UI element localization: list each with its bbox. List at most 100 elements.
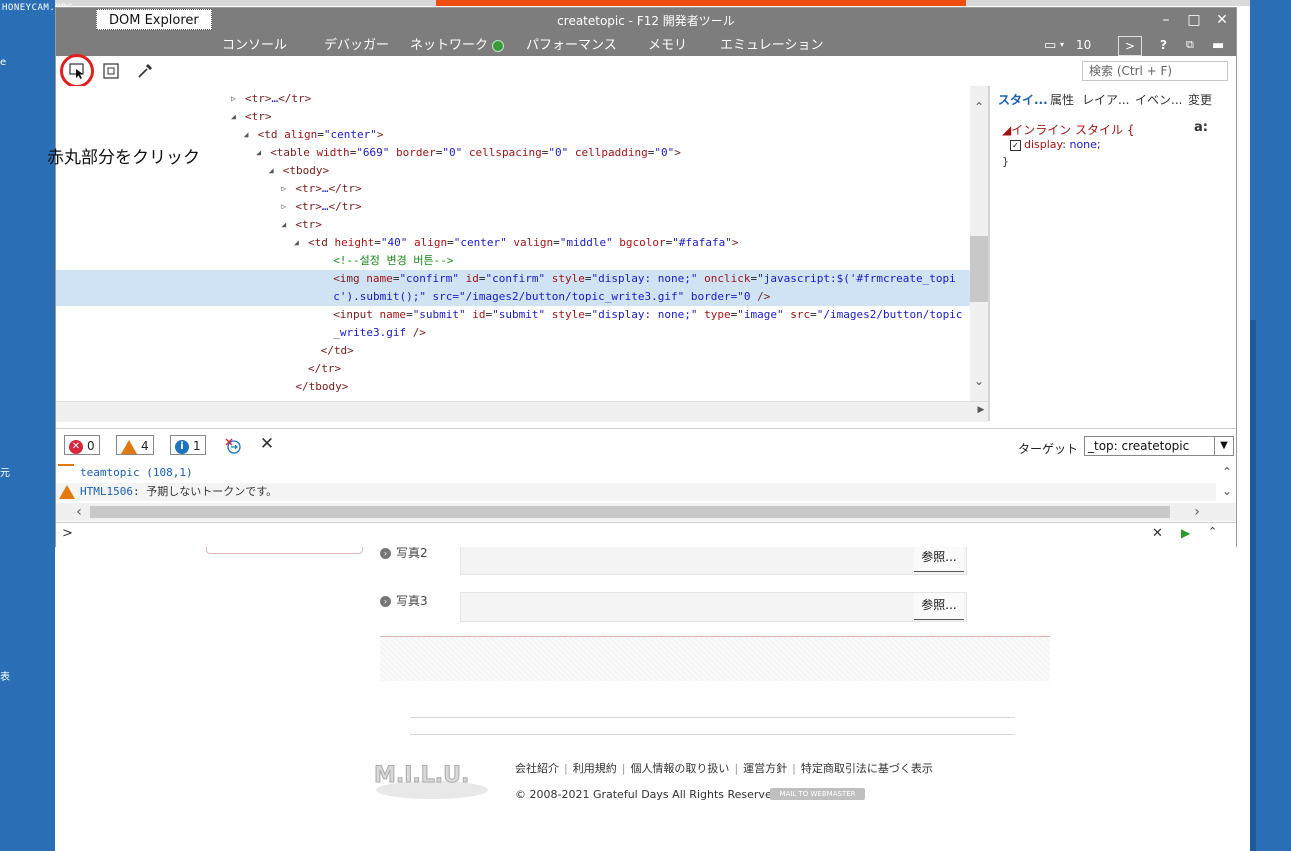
photo3-browse-button[interactable]: 参照... — [914, 593, 964, 620]
chevron-down-icon[interactable]: ▼ — [1214, 437, 1233, 455]
run-icon[interactable]: ▶ — [1181, 526, 1190, 540]
photo3-file-field[interactable] — [460, 592, 967, 622]
pseudo-class-toggle-icon[interactable]: a: — [1194, 120, 1208, 135]
console-line1-text[interactable]: teamtopic (108,1) — [80, 466, 193, 479]
property-value[interactable]: none; — [1069, 138, 1100, 151]
tab-emulation[interactable]: エミュレーション — [708, 35, 835, 56]
clear-input-icon[interactable]: ✕ — [1152, 526, 1163, 541]
console-warning-message[interactable]: HTML1506: 予期しないトークンです。 — [56, 483, 1216, 501]
tab-console[interactable]: コンソール — [210, 35, 299, 56]
close-icon[interactable]: ✕ — [1212, 12, 1232, 28]
console-scroll-right-icon[interactable]: › — [1188, 504, 1206, 520]
dom-node-line[interactable]: </tbody> — [56, 378, 970, 396]
console-scroll-thumb[interactable] — [90, 506, 1170, 518]
devtools-window: createtopic - F12 開発者ツール – □ ✕ DOM Explo… — [55, 7, 1237, 547]
tab-debugger[interactable]: デバッガー — [312, 35, 401, 56]
inline-style-title[interactable]: ◢インライン スタイル { — [1002, 121, 1135, 138]
target-value: _top: createtopic — [1088, 439, 1190, 453]
collapse-arrow-icon[interactable]: ◢ — [269, 162, 274, 180]
undock-icon[interactable]: ⧉ — [1186, 38, 1194, 52]
tab-dom-explorer[interactable]: DOM Explorer — [96, 9, 212, 30]
console-scroll-left-icon[interactable]: ‹ — [70, 504, 88, 520]
errors-filter-button[interactable]: ✕ 0 — [64, 435, 100, 455]
tab-network[interactable]: ネットワーク — [398, 35, 516, 56]
console-prompt: > — [62, 526, 73, 541]
dom-node-markup: <tr> — [295, 218, 322, 231]
dom-node-line[interactable]: <img name="confirm" id="confirm" style="… — [56, 270, 970, 288]
help-icon[interactable]: ? — [1160, 38, 1167, 52]
dom-node-line[interactable]: c').submit();" src="/images2/button/topi… — [56, 288, 970, 306]
dom-node-line[interactable]: ▷ <tr>…</tr> — [56, 90, 970, 108]
dom-node-line[interactable]: </tr> — [56, 360, 970, 378]
dock-icon[interactable]: ▬ — [1212, 38, 1224, 53]
console-scroll-down-icon[interactable]: ⌄ — [1218, 484, 1236, 498]
console-scroll-up-icon[interactable]: ⌃ — [1218, 465, 1236, 479]
color-picker-icon[interactable] — [136, 62, 154, 80]
tab-layout[interactable]: レイア... — [1082, 91, 1129, 108]
dom-search-input[interactable]: 検索 (Ctrl + F) — [1082, 61, 1228, 81]
dom-node-line[interactable]: ◢ <tr> — [56, 108, 970, 126]
collapse-arrow-icon[interactable]: ◢ — [294, 234, 299, 252]
collapse-arrow-icon[interactable]: ◢ — [256, 144, 261, 162]
footer-link-privacy[interactable]: 個人情報の取り扱い — [630, 762, 729, 775]
dom-node-line[interactable]: ▷ <tr>…</tr> — [56, 180, 970, 198]
dom-node-line[interactable]: ◢ <tr> — [56, 216, 970, 234]
desktop-right-strip — [1250, 0, 1291, 851]
submit-area — [380, 636, 1050, 681]
dropdown-icon[interactable]: ▾ — [1060, 40, 1064, 49]
property-checkbox[interactable]: ✓ — [1010, 139, 1021, 151]
expand-arrow-icon[interactable]: ▷ — [231, 90, 236, 108]
minimize-icon[interactable]: – — [1156, 12, 1176, 28]
expand-input-icon[interactable]: ⌃ — [1208, 525, 1217, 538]
tab-memory[interactable]: メモリ — [636, 35, 699, 56]
console-message-source[interactable]: teamtopic (108,1) — [56, 464, 1216, 482]
clear-console-icon[interactable]: ✕ — [258, 435, 276, 453]
warning-code-link[interactable]: HTML1506 — [80, 485, 133, 498]
dom-node-line[interactable]: ◢ <td align="center"> — [56, 126, 970, 144]
dom-node-line[interactable]: <input name="submit" id="submit" style="… — [56, 306, 970, 324]
dom-horizontal-scrollbar[interactable] — [56, 401, 988, 422]
collapse-arrow-icon[interactable]: ◢ — [281, 216, 286, 234]
scroll-down-icon[interactable]: ⌄ — [970, 374, 988, 388]
style-property[interactable]: ✓ display: none; — [1010, 138, 1101, 151]
info-icon: i — [175, 439, 189, 454]
dom-scroll-thumb[interactable] — [970, 236, 988, 302]
record-icon — [492, 39, 505, 52]
photo2-browse-button[interactable]: 参照... — [914, 545, 964, 572]
tab-changes[interactable]: 変更 — [1188, 91, 1212, 108]
dom-node-markup: </tbody> — [295, 380, 349, 393]
maximize-icon[interactable]: □ — [1184, 12, 1204, 28]
styles-pane: スタイ... 属性 レイア... イベン... 変更 ◢インライン スタイル {… — [990, 86, 1236, 421]
dom-node-markup: c').submit();" src="/images2/button/topi… — [333, 290, 771, 303]
expand-arrow-icon[interactable]: ▷ — [281, 198, 286, 216]
footer-link-company[interactable]: 会社紹介 — [515, 762, 559, 775]
property-name: display — [1024, 138, 1063, 151]
dom-node-line[interactable]: _write3.gif /> — [56, 324, 970, 342]
tab-events[interactable]: イベン... — [1135, 91, 1182, 108]
collapse-arrow-icon[interactable]: ◢ — [231, 108, 236, 126]
dom-node-line[interactable]: ▷ <tr>…</tr> — [56, 198, 970, 216]
expand-arrow-icon[interactable]: ▷ — [281, 180, 286, 198]
dom-node-line[interactable]: ◢ <td height="40" align="center" valign="… — [56, 234, 970, 252]
console-toggle-icon[interactable]: > — [1118, 36, 1142, 56]
footer-link-policy[interactable]: 運営方針 — [743, 762, 787, 775]
highlight-box-icon[interactable] — [102, 62, 120, 80]
collapse-arrow-icon[interactable]: ◢ — [244, 126, 249, 144]
instruction-annotation: 赤丸部分をクリック — [47, 148, 200, 168]
tab-attributes[interactable]: 属性 — [1050, 91, 1074, 108]
warnings-filter-button[interactable]: 4 — [116, 435, 154, 455]
tab-performance[interactable]: パフォーマンス — [514, 35, 629, 56]
footer-link-commerce[interactable]: 特定商取引法に基づく表示 — [801, 762, 933, 775]
photo2-file-field[interactable] — [460, 545, 967, 575]
info-filter-button[interactable]: i1 — [170, 435, 206, 455]
scroll-up-icon[interactable]: ⌃ — [970, 100, 988, 114]
footer-link-terms[interactable]: 利用規約 — [573, 762, 617, 775]
clear-on-navigate-icon[interactable] — [224, 437, 242, 455]
dom-node-line[interactable]: <!--설정 변경 버튼--> — [56, 252, 970, 270]
target-select[interactable]: _top: createtopic ▼ — [1084, 436, 1234, 456]
tab-styles[interactable]: スタイ... — [998, 91, 1048, 108]
emulation-device-icon[interactable]: ▭ — [1044, 38, 1056, 53]
console-command-line[interactable]: > ✕ ▶ ⌃ — [56, 522, 1236, 547]
mail-webmaster-button[interactable]: MAIL TO WEBMASTER — [770, 788, 865, 800]
dom-node-line[interactable]: </td> — [56, 342, 970, 360]
